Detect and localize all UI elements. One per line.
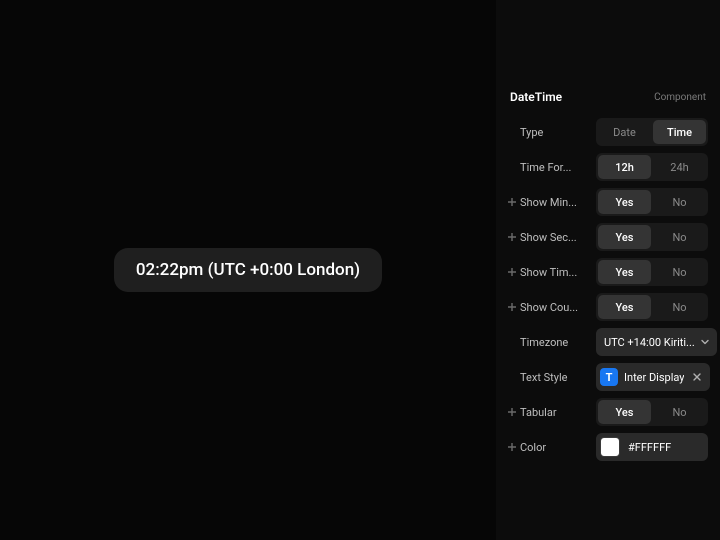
row-color: Color #FFFFFF — [508, 433, 708, 461]
label-color: Color — [508, 441, 596, 454]
segmented-show-seconds: Yes No — [596, 223, 708, 251]
show-timezone-yes[interactable]: Yes — [598, 260, 651, 284]
panel-subtitle: Component — [654, 92, 706, 103]
text-style-value: Inter Display — [624, 371, 684, 384]
row-timezone: Timezone UTC +14:00 Kiriti... — [508, 328, 708, 356]
plus-icon[interactable] — [508, 268, 516, 276]
row-tabular: Tabular Yes No — [508, 398, 708, 426]
row-show-country: Show Cou... Yes No — [508, 293, 708, 321]
time-format-12h[interactable]: 12h — [598, 155, 651, 179]
timezone-select[interactable]: UTC +14:00 Kiriti... — [596, 328, 717, 356]
show-minutes-yes[interactable]: Yes — [598, 190, 651, 214]
inspector-panel: DateTime Component Type Date Time Time F… — [496, 0, 720, 540]
label-show-minutes: Show Min... — [508, 196, 596, 209]
label-show-seconds: Show Sec... — [508, 231, 596, 244]
color-field[interactable]: #FFFFFF — [596, 433, 708, 461]
segmented-show-country: Yes No — [596, 293, 708, 321]
show-seconds-yes[interactable]: Yes — [598, 225, 651, 249]
time-format-24h[interactable]: 24h — [653, 155, 706, 179]
show-country-yes[interactable]: Yes — [598, 295, 651, 319]
segmented-time-format: 12h 24h — [596, 153, 708, 181]
plus-icon[interactable] — [508, 443, 516, 451]
text-style-badge-icon: T — [600, 368, 618, 386]
plus-icon[interactable] — [508, 303, 516, 311]
row-text-style: Text Style T Inter Display — [508, 363, 708, 391]
type-option-date[interactable]: Date — [598, 120, 651, 144]
label-show-country: Show Cou... — [508, 301, 596, 314]
tabular-yes[interactable]: Yes — [598, 400, 651, 424]
datetime-preview-text: 02:22pm (UTC +0:00 London) — [136, 260, 360, 280]
color-hex-value: #FFFFFF — [628, 441, 671, 454]
segmented-show-minutes: Yes No — [596, 188, 708, 216]
label-time-format: Time For... — [508, 161, 596, 174]
panel-title: DateTime — [510, 90, 562, 104]
label-show-timezone: Show Tim... — [508, 266, 596, 279]
show-seconds-no[interactable]: No — [653, 225, 706, 249]
type-option-time[interactable]: Time — [653, 120, 706, 144]
label-timezone: Timezone — [508, 336, 596, 349]
show-country-no[interactable]: No — [653, 295, 706, 319]
plus-icon[interactable] — [508, 408, 516, 416]
label-tabular: Tabular — [508, 406, 596, 419]
label-type: Type — [508, 126, 596, 139]
segmented-tabular: Yes No — [596, 398, 708, 426]
chevron-down-icon — [701, 336, 709, 349]
row-time-format: Time For... 12h 24h — [508, 153, 708, 181]
tabular-no[interactable]: No — [653, 400, 706, 424]
datetime-preview[interactable]: 02:22pm (UTC +0:00 London) — [114, 248, 382, 292]
plus-icon[interactable] — [508, 233, 516, 241]
show-minutes-no[interactable]: No — [653, 190, 706, 214]
plus-icon[interactable] — [508, 198, 516, 206]
show-timezone-no[interactable]: No — [653, 260, 706, 284]
panel-header: DateTime Component — [508, 90, 708, 104]
close-icon — [693, 373, 701, 381]
row-show-seconds: Show Sec... Yes No — [508, 223, 708, 251]
row-type: Type Date Time — [508, 118, 708, 146]
text-style-field[interactable]: T Inter Display — [596, 363, 710, 391]
row-show-minutes: Show Min... Yes No — [508, 188, 708, 216]
timezone-value: UTC +14:00 Kiriti... — [604, 336, 695, 349]
clear-text-style-button[interactable] — [690, 370, 704, 384]
segmented-type: Date Time — [596, 118, 708, 146]
canvas-area: 02:22pm (UTC +0:00 London) — [0, 0, 496, 540]
label-text-style: Text Style — [508, 371, 596, 384]
row-show-timezone: Show Tim... Yes No — [508, 258, 708, 286]
color-swatch[interactable] — [600, 437, 620, 457]
segmented-show-timezone: Yes No — [596, 258, 708, 286]
